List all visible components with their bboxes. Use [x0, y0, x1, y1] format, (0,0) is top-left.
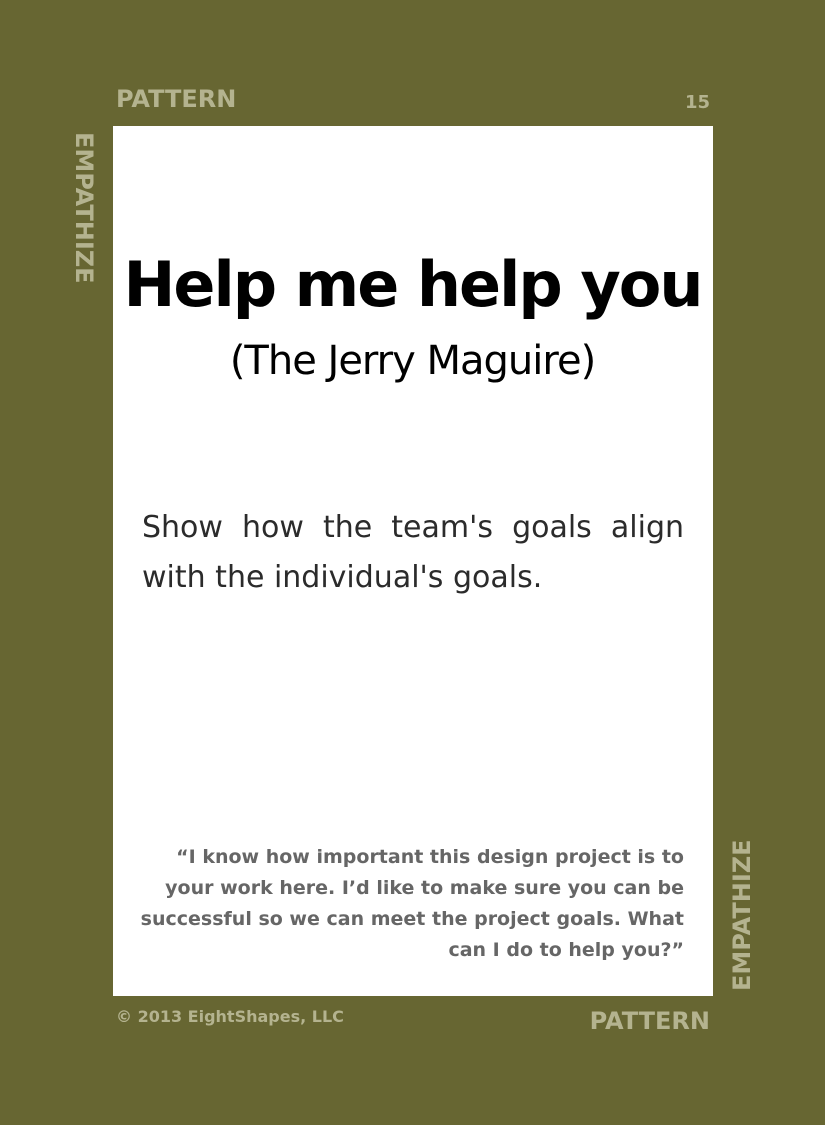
pattern-card: PATTERN 15 EMPATHIZE Help me help you (T…	[0, 0, 825, 1125]
category-label-bottom: PATTERN	[589, 1007, 710, 1035]
category-label-top: PATTERN	[116, 85, 237, 113]
card-title: Help me help you	[123, 248, 704, 321]
card-description: Show how the team's goals align with the…	[142, 510, 684, 595]
page-number: 15	[684, 92, 710, 113]
example-quote: “I know how important this design projec…	[140, 846, 684, 961]
copyright: © 2013 EightShapes, LLC	[116, 1007, 344, 1026]
card-subtitle: (The Jerry Maguire)	[229, 338, 596, 384]
side-label-right: EMPATHIZE	[728, 839, 756, 991]
side-label-right-wrapper: EMPATHIZE	[724, 839, 758, 995]
